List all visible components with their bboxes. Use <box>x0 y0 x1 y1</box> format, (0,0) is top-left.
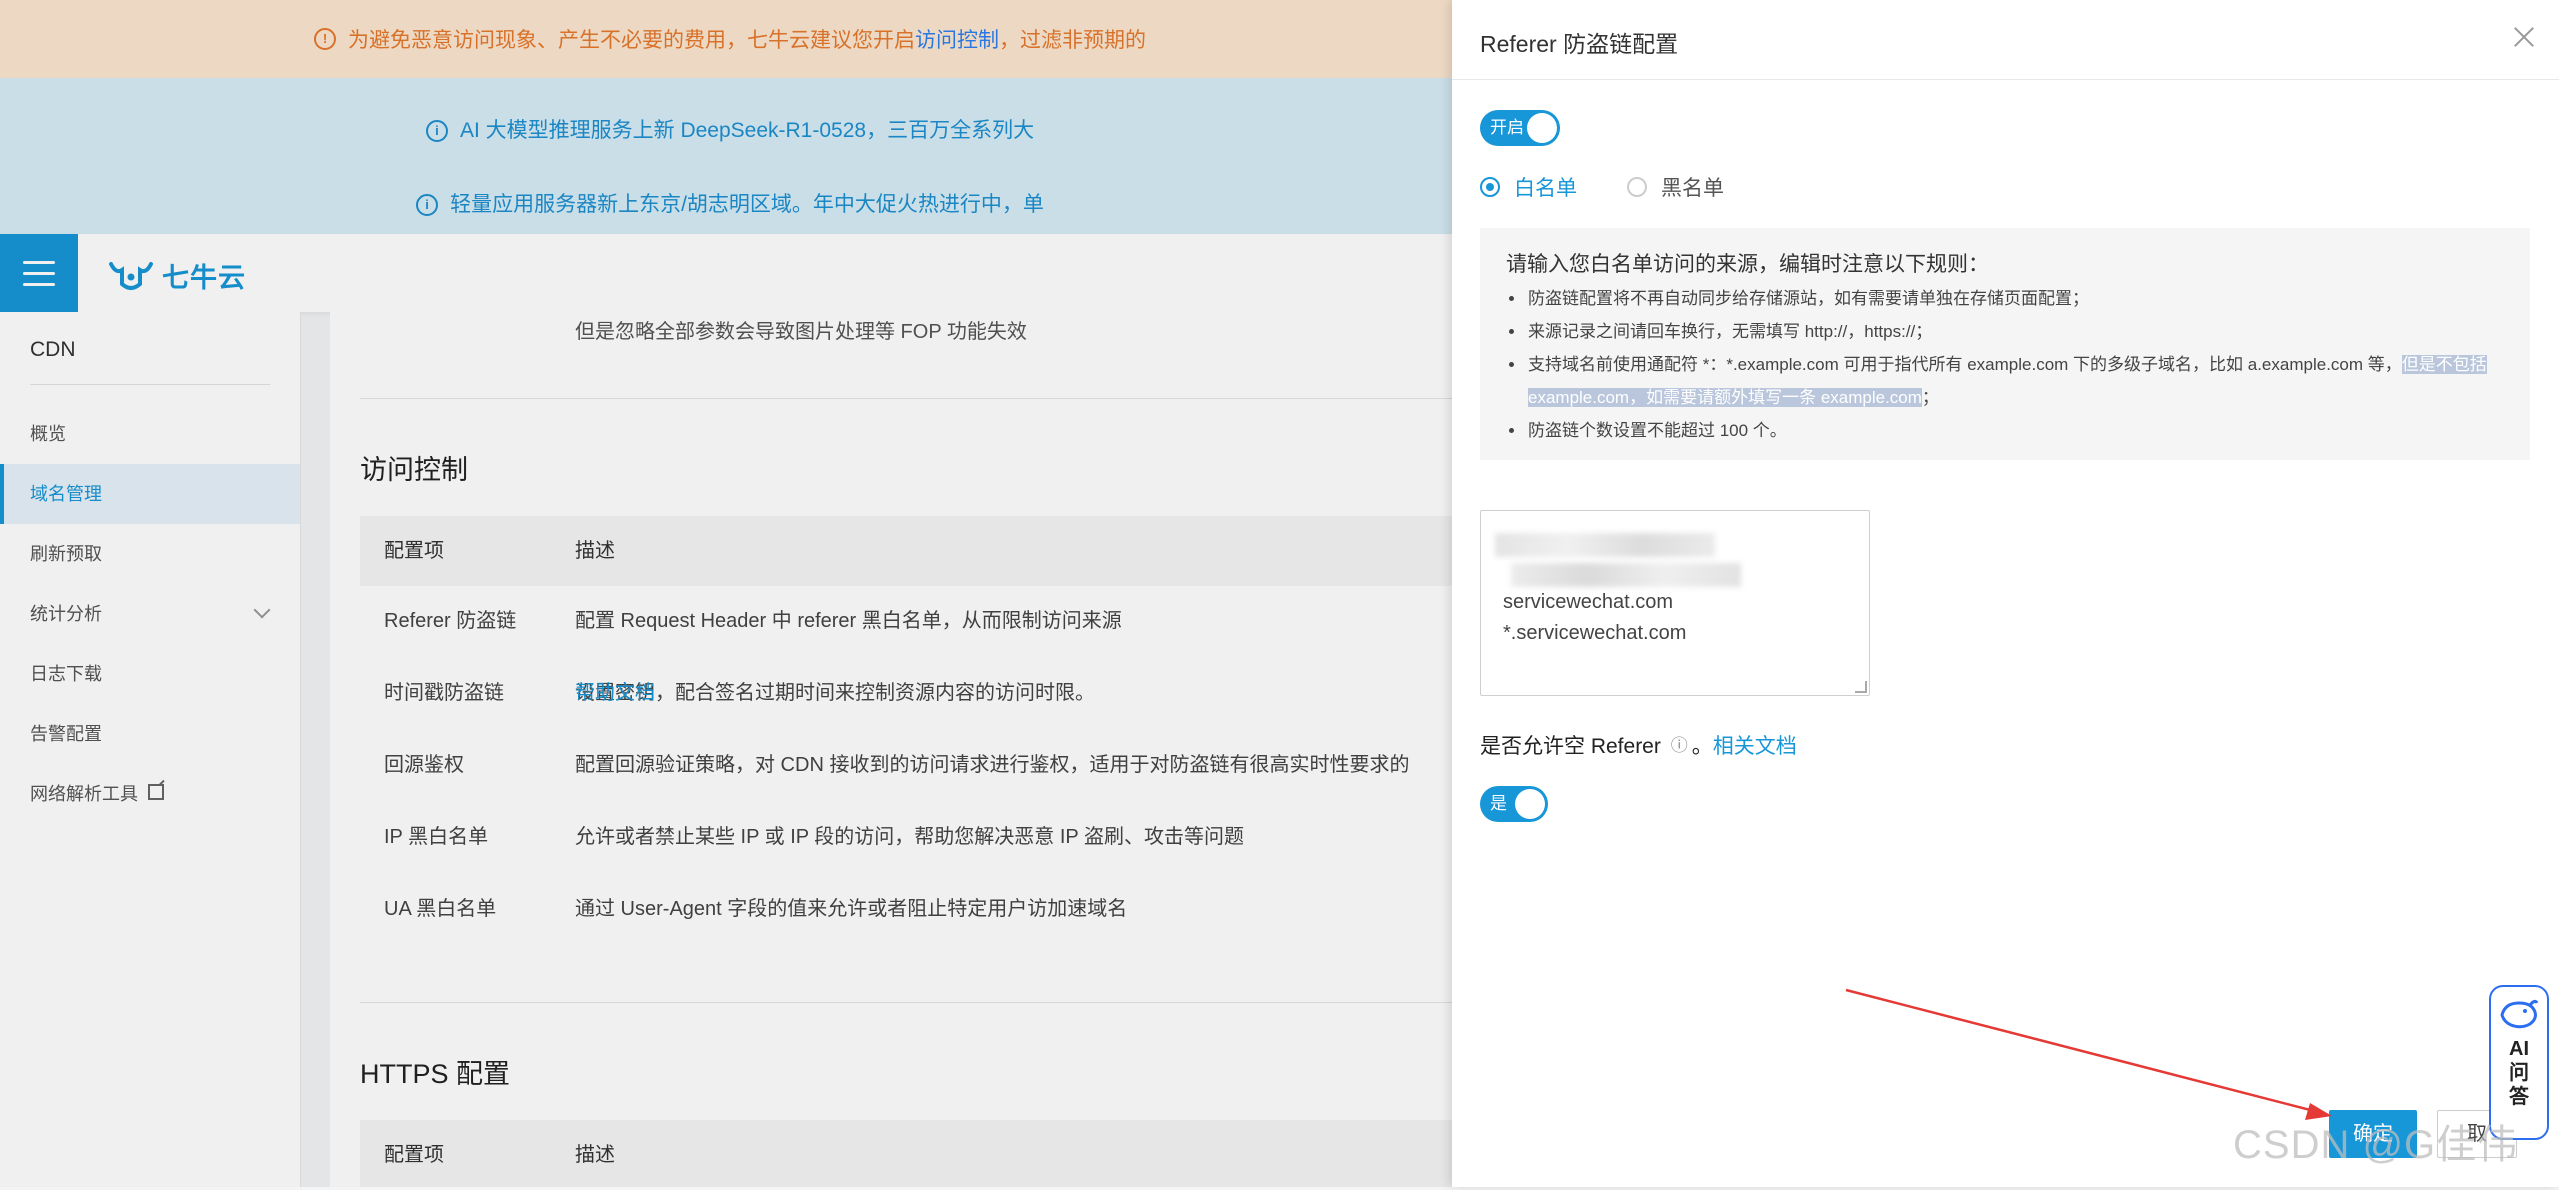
resize-handle[interactable] <box>1855 681 1867 693</box>
close-icon[interactable] <box>2511 24 2537 50</box>
whitelist-label: 白名单 <box>1514 177 1577 200</box>
referer-entry: servicewechat.com <box>1503 591 1674 613</box>
blurred-entry <box>1511 563 1741 587</box>
rule-item: 防盗链配置将不再自动同步给存储源站，如有需要请单独在存储页面配置； <box>1526 282 2506 315</box>
referer-config-drawer: Referer 防盗链配置 开启 白名单 黑名单 请输入您白名单访问的来源，编辑… <box>1452 0 2559 1187</box>
enable-toggle[interactable]: 开启 <box>1480 110 1560 146</box>
sentence-period: 。 <box>1691 735 1713 758</box>
drawer-header: Referer 防盗链配置 <box>1452 0 2559 80</box>
ai-widget-text: 问 <box>2509 1062 2529 1084</box>
allow-empty-toggle-label: 是 <box>1490 794 1507 813</box>
rule-item: 支持域名前使用通配符 *：*.example.com 可用于指代所有 examp… <box>1526 348 2506 414</box>
allow-empty-referer-row: 是否允许空 Referer ⓘ 。相关文档 <box>1480 730 1797 760</box>
radio-unchecked-icon <box>1627 177 1647 197</box>
deepseek-whale-icon <box>2500 999 2539 1029</box>
rule-item: 防盗链个数设置不能超过 100 个。 <box>1526 414 2506 447</box>
ai-widget-text: AI <box>2509 1038 2529 1060</box>
enable-toggle-label: 开启 <box>1490 118 1524 137</box>
toggle-knob <box>1527 113 1557 143</box>
related-doc-link[interactable]: 相关文档 <box>1713 735 1797 758</box>
radio-checked-icon <box>1480 177 1500 197</box>
whitelist-radio[interactable]: 白名单 <box>1480 172 1577 202</box>
toggle-knob <box>1515 789 1545 819</box>
drawer-title: Referer 防盗链配置 <box>1480 31 1679 57</box>
referer-entry: *.servicewechat.com <box>1503 622 1687 644</box>
allow-empty-toggle[interactable]: 是 <box>1480 786 1548 822</box>
modal-backdrop[interactable] <box>0 0 1452 1187</box>
blacklist-label: 黑名单 <box>1661 177 1724 200</box>
blurred-entry <box>1495 533 1715 557</box>
ai-widget-text: 答 <box>2509 1086 2529 1108</box>
rules-box: 请输入您白名单访问的来源，编辑时注意以下规则： 防盗链配置将不再自动同步给存储源… <box>1480 228 2530 460</box>
allow-empty-referer-label: 是否允许空 Referer <box>1480 735 1661 758</box>
rules-list: 防盗链配置将不再自动同步给存储源站，如有需要请单独在存储页面配置； 来源记录之间… <box>1506 282 2534 447</box>
referer-list-textarea[interactable]: servicewechat.com *.servicewechat.com <box>1480 510 1870 696</box>
rules-title: 请输入您白名单访问的来源，编辑时注意以下规则： <box>1506 253 1989 276</box>
blacklist-radio[interactable]: 黑名单 <box>1627 172 1724 202</box>
rule-3-text: 支持域名前使用通配符 *：*.example.com 可用于指代所有 examp… <box>1528 355 2402 374</box>
rule-3-tail: ； <box>1921 388 1939 407</box>
info-icon[interactable]: ⓘ <box>1671 737 1688 754</box>
rule-item: 来源记录之间请回车换行，无需填写 http://，https://； <box>1526 315 2506 348</box>
csdn-watermark: CSDN @G佳伟 <box>2233 1123 2519 1167</box>
